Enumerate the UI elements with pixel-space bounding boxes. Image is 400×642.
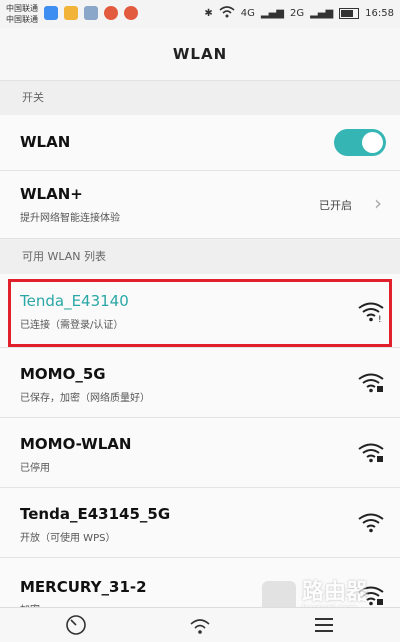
wlan-plus-status: 已开启	[319, 199, 352, 212]
network-ssid: MERCURY_31-2	[20, 578, 147, 596]
status-right: ✱ 4G ▂▄▆ 2G ▂▄▆ 16:58	[204, 6, 394, 21]
watermark-title: 路由器	[302, 580, 369, 605]
carrier-2: 中国联通	[6, 15, 38, 24]
network-row-momo-wlan[interactable]: MOMO-WLAN 已停用	[0, 418, 400, 488]
network-status: 开放（可使用 WPS）	[20, 533, 116, 544]
network-type-1: 4G	[240, 8, 255, 19]
signal-icon: ▂▄▆	[310, 8, 334, 19]
section-header-available: 可用 WLAN 列表	[0, 240, 400, 274]
network-row-tenda-e43145-5g[interactable]: Tenda_E43145_5G 开放（可使用 WPS）	[0, 488, 400, 558]
battery-icon	[339, 8, 360, 19]
wlan-label: WLAN	[20, 133, 71, 151]
wps-icon[interactable]	[188, 614, 212, 636]
wifi-locked-icon	[358, 443, 384, 463]
toggle-knob	[362, 132, 383, 153]
carrier-info: 中国联通 中国联通	[6, 3, 38, 25]
network-ssid: MOMO-WLAN	[20, 435, 132, 453]
network-ssid: Tenda_E43145_5G	[20, 505, 171, 523]
wifi-signal-icon: !	[358, 302, 384, 322]
wifi-signal-icon	[358, 513, 384, 533]
app-notification-icon	[64, 6, 78, 20]
bottom-action-bar	[0, 607, 400, 642]
carrier-1: 中国联通	[6, 4, 38, 13]
network-row-momo-5g[interactable]: MOMO_5G 已保存，加密（网络质量好）	[0, 348, 400, 418]
wifi-locked-icon	[358, 373, 384, 393]
network-type-2: 2G	[289, 8, 305, 19]
network-row-tenda-e43140[interactable]: Tenda_E43140 已连接（需登录/认证） !	[0, 274, 400, 348]
weibo-icon	[104, 6, 118, 20]
wlan-toggle-row[interactable]: WLAN	[0, 115, 400, 171]
wlan-plus-label: WLAN+	[20, 185, 83, 203]
signal-icon: ▂▄▆	[260, 8, 284, 19]
network-ssid: MOMO_5G	[20, 365, 106, 383]
svg-text:!: !	[378, 315, 382, 322]
network-status: 已保存，加密（网络质量好）	[20, 393, 150, 404]
section-header-switch: 开关	[0, 81, 400, 115]
wlan-plus-subtitle: 提升网络智能连接体验	[20, 213, 120, 224]
scan-icon[interactable]	[64, 614, 88, 636]
clock: 16:58	[365, 8, 394, 19]
image-notification-icon	[84, 6, 98, 20]
bluetooth-icon: ✱	[204, 8, 213, 19]
network-status: 已停用	[20, 463, 50, 474]
page-title: WLAN	[0, 28, 400, 81]
chevron-right-icon: ›	[374, 191, 382, 215]
notification-icons	[44, 6, 138, 20]
network-ssid: Tenda_E43140	[20, 292, 129, 310]
wifi-status-icon	[219, 6, 235, 21]
weibo-icon	[124, 6, 138, 20]
network-status: 已连接（需登录/认证）	[20, 320, 124, 331]
status-bar: 中国联通 中国联通 ✱ 4G ▂▄▆ 2G ▂▄▆ 16:58	[0, 0, 400, 28]
wlan-plus-row[interactable]: WLAN+ 提升网络智能连接体验 已开启 ›	[0, 171, 400, 239]
menu-icon[interactable]	[312, 614, 336, 636]
wlan-toggle[interactable]	[334, 129, 386, 156]
app-notification-icon	[44, 6, 58, 20]
